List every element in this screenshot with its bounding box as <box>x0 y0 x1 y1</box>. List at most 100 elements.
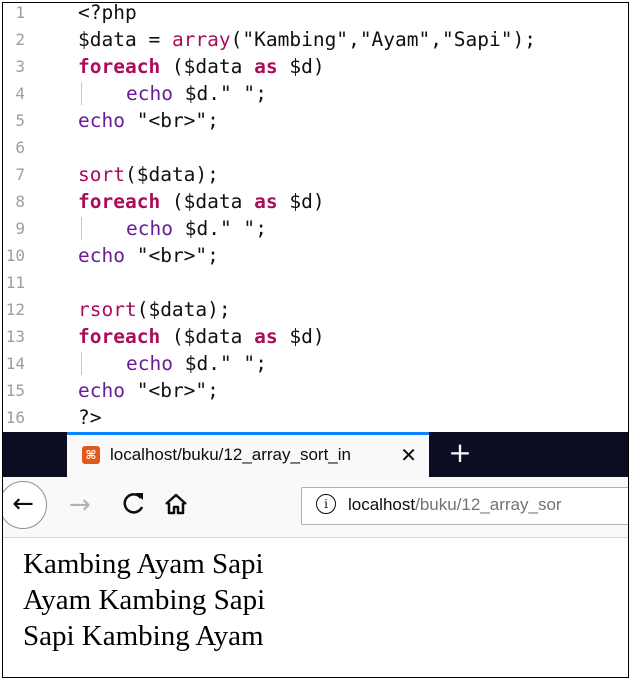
home-icon <box>165 493 187 515</box>
indent-guide <box>81 352 82 375</box>
code-token: "Sapi" <box>442 28 513 51</box>
code-token: , <box>430 28 443 51</box>
line-number: 8 <box>15 192 25 211</box>
line-number: 3 <box>15 57 25 76</box>
code-token: ( <box>230 28 243 51</box>
code-token: $d <box>184 217 209 240</box>
line-number: 4 <box>15 84 25 103</box>
code-token: $d <box>289 190 313 213</box>
code-token: echo <box>126 82 173 105</box>
code-token: ; <box>207 109 219 132</box>
code-token: $d <box>289 55 313 78</box>
code-text: echo "<br>"; <box>78 242 219 269</box>
new-tab-button[interactable]: + <box>443 436 477 470</box>
code-token: . <box>208 82 220 105</box>
code-token: $d <box>289 325 313 348</box>
code-token: " " <box>219 82 256 105</box>
code-token: as <box>254 325 278 348</box>
code-editor[interactable]: 1 <?php 2 $data = array("Kambing","Ayam","S… <box>3 3 628 432</box>
code-token: ); <box>207 298 231 321</box>
forward-button[interactable]: → <box>69 490 91 520</box>
code-token: <?php <box>78 3 137 24</box>
code-token: rsort <box>78 298 137 321</box>
code-text: foreach ($data as $d) <box>78 53 325 80</box>
url-text[interactable]: localhost/buku/12_array_sor <box>348 495 562 515</box>
browser-tab[interactable]: ⌘ localhost/buku/12_array_sort_in ✕ <box>67 432 429 477</box>
line-number: 12 <box>5 300 25 319</box>
code-token: ) <box>312 190 325 213</box>
code-text: sort($data); <box>78 161 219 188</box>
xampp-icon: ⌘ <box>82 446 100 464</box>
code-text: echo "<br>"; <box>78 107 219 134</box>
code-token: ) <box>312 55 325 78</box>
code-token: " " <box>219 217 256 240</box>
line-number: 6 <box>15 138 25 157</box>
line-number: 13 <box>5 327 25 346</box>
code-line: 6 <box>3 134 628 161</box>
line-number: 15 <box>5 381 25 400</box>
url-host: localhost <box>348 495 416 514</box>
code-token: ); <box>512 28 536 51</box>
tab-bar: ⌘ localhost/buku/12_array_sort_in ✕ + <box>3 432 628 477</box>
tab-title: localhost/buku/12_array_sort_in <box>110 445 380 465</box>
code-text: rsort($data); <box>78 296 231 323</box>
code-token: ; <box>207 379 219 402</box>
code-token: $data <box>136 163 196 186</box>
reload-button[interactable] <box>121 490 147 523</box>
code-token: "<br>" <box>136 379 208 402</box>
code-text: $data = array("Kambing","Ayam","Sapi"); <box>78 26 536 53</box>
code-token: $data <box>183 190 243 213</box>
indent-guide <box>81 82 82 105</box>
code-text: echo $d." "; <box>126 80 267 107</box>
code-token: ?> <box>78 406 102 429</box>
code-token: ; <box>255 82 267 105</box>
back-button[interactable]: ← <box>3 481 47 529</box>
code-line: 9 echo $d." "; <box>3 215 628 242</box>
code-token: "Kambing" <box>242 28 349 51</box>
line-number: 5 <box>15 111 25 130</box>
code-line: 13 foreach ($data as $d) <box>3 323 628 350</box>
home-button[interactable] <box>163 491 189 517</box>
close-tab-icon[interactable]: ✕ <box>400 443 417 467</box>
code-token: ( <box>124 163 137 186</box>
code-line: 10 echo "<br>"; <box>3 242 628 269</box>
code-token: array <box>171 28 231 51</box>
screenshot-frame: 1 <?php 2 $data = array("Kambing","Ayam","S… <box>2 2 629 678</box>
code-token: $data <box>183 325 243 348</box>
code-token: " " <box>219 352 256 375</box>
code-token: echo <box>126 217 173 240</box>
output-line: Ayam Kambing Sapi <box>23 584 266 616</box>
code-token: "<br>" <box>136 244 208 267</box>
code-token: ; <box>255 352 267 375</box>
output-line: Sapi Kambing Ayam <box>23 620 264 652</box>
code-token: ; <box>255 217 267 240</box>
code-line: 11 <box>3 269 628 296</box>
code-line: 1 <?php <box>3 3 628 26</box>
code-text: foreach ($data as $d) <box>78 323 325 350</box>
url-path: /buku/12_array_sor <box>415 495 562 514</box>
code-text: foreach ($data as $d) <box>78 188 325 215</box>
url-bar[interactable]: i localhost/buku/12_array_sor <box>301 487 628 525</box>
reload-icon <box>123 493 144 514</box>
line-number: 7 <box>15 165 25 184</box>
code-token: "Ayam" <box>359 28 431 51</box>
line-number: 14 <box>5 354 25 373</box>
code-token: foreach <box>78 325 161 348</box>
code-text: ?> <box>78 404 101 431</box>
info-icon[interactable]: i <box>316 494 336 514</box>
code-token: ( <box>160 325 184 348</box>
code-token: $d <box>184 352 209 375</box>
code-token: $d <box>184 82 209 105</box>
code-token: ; <box>207 244 219 267</box>
code-token: $data <box>148 298 208 321</box>
code-token: = <box>136 28 172 51</box>
code-text: <?php <box>78 3 137 26</box>
